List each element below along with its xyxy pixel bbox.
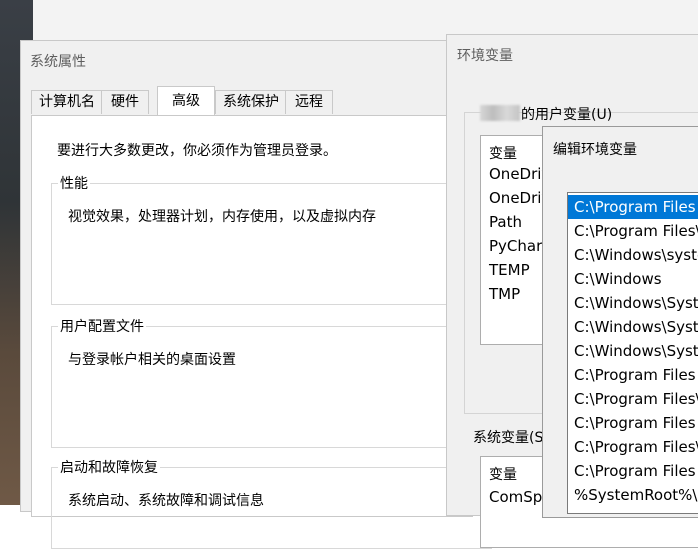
system-properties-window: 系统属性 计算机名 硬件 高级 系统保护 远程 要进行大多数更改，你必须作为管理… <box>20 40 492 549</box>
path-entry[interactable]: C:\Windows\Syst <box>568 315 698 339</box>
path-entry[interactable]: C:\Program Files <box>568 411 698 435</box>
path-entry[interactable]: C:\Program Files <box>568 459 698 483</box>
user-variables-label: 的用户变量(U) <box>521 107 613 123</box>
path-entry[interactable]: C:\Windows\Syst <box>568 339 698 363</box>
window-title: 系统属性 <box>30 54 86 70</box>
user-profiles-description: 与登录帐户相关的桌面设置 <box>68 352 236 368</box>
path-entry[interactable]: C:\Program Files\ <box>568 387 698 411</box>
variable-column-header[interactable]: 变量 <box>489 143 517 163</box>
admin-notice: 要进行大多数更改，你必须作为管理员登录。 <box>57 143 337 159</box>
path-entry[interactable]: C:\Windows\syste <box>568 243 698 267</box>
tab-remote[interactable]: 远程 <box>285 90 333 114</box>
list-item[interactable]: TEMP <box>489 261 530 279</box>
tab-computer-name[interactable]: 计算机名 <box>31 90 103 114</box>
startup-recovery-group: 启动和故障恢复 系统启动、系统故障和调试信息 <box>51 457 492 549</box>
path-entry[interactable]: C:\Program Files <box>568 363 698 387</box>
performance-legend: 性能 <box>58 173 90 193</box>
redacted-username <box>480 105 520 121</box>
list-item[interactable]: TMP <box>489 285 520 303</box>
performance-group: 性能 视觉效果，处理器计划，内存使用，以及虚拟内存 <box>51 173 492 305</box>
path-entry[interactable]: %SystemRoot%\s <box>568 483 698 507</box>
window-title: 环境变量 <box>457 48 513 64</box>
tab-system-protection[interactable]: 系统保护 <box>215 90 287 114</box>
path-entry[interactable]: C:\Program Files\ <box>568 435 698 459</box>
performance-description: 视觉效果，处理器计划，内存使用，以及虚拟内存 <box>68 209 376 225</box>
path-entry[interactable]: C:\Program Files\ <box>568 219 698 243</box>
user-profiles-group: 用户配置文件 与登录帐户相关的桌面设置 <box>51 316 492 448</box>
startup-recovery-description: 系统启动、系统故障和调试信息 <box>68 493 264 509</box>
edit-environment-variable-window: 编辑环境变量 C:\Program Files C:\Program Files… <box>542 126 698 518</box>
window-title: 编辑环境变量 <box>553 142 637 158</box>
variable-column-header[interactable]: 变量 <box>489 464 517 484</box>
path-entries-list[interactable]: C:\Program Files C:\Program Files\ C:\Wi… <box>567 192 698 514</box>
advanced-tab-panel: 要进行大多数更改，你必须作为管理员登录。 性能 视觉效果，处理器计划，内存使用，… <box>31 115 492 549</box>
startup-recovery-legend: 启动和故障恢复 <box>58 457 160 477</box>
path-entry[interactable]: C:\Windows <box>568 267 698 291</box>
path-entry-selected[interactable]: C:\Program Files <box>568 195 698 219</box>
user-profiles-legend: 用户配置文件 <box>58 316 146 336</box>
path-entry[interactable]: C:\Windows\Syst <box>568 291 698 315</box>
system-variables-label: 系统变量(S <box>473 430 544 446</box>
tab-hardware[interactable]: 硬件 <box>101 90 149 114</box>
list-item[interactable]: Path <box>489 213 522 231</box>
tab-advanced[interactable]: 高级 <box>157 86 215 115</box>
